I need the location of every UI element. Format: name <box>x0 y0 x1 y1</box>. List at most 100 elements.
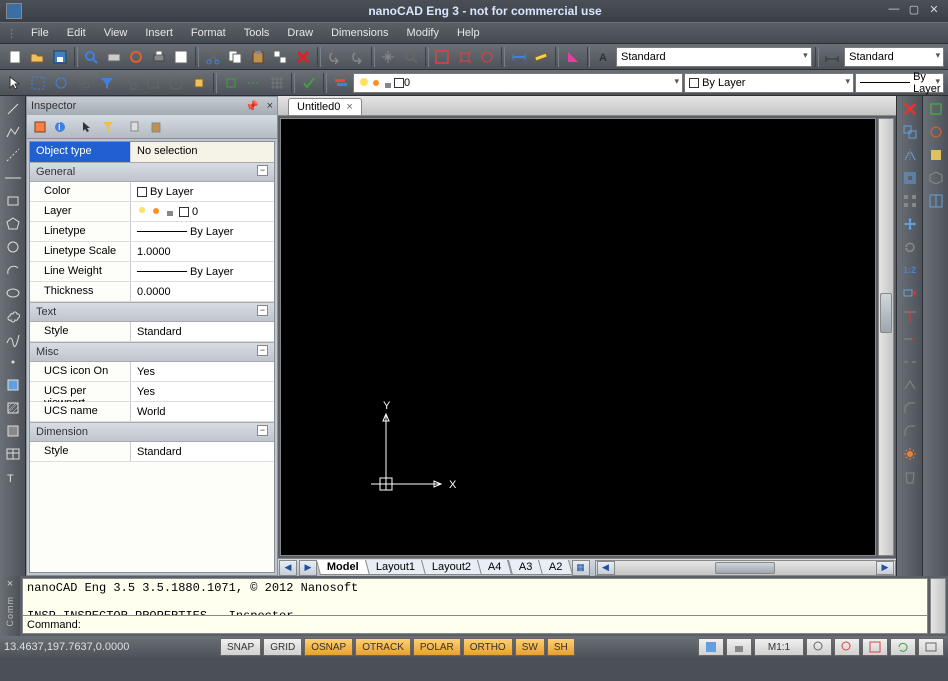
tab-next-button[interactable]: ▶ <box>299 560 317 576</box>
redraw-button[interactable] <box>925 121 947 143</box>
new-button[interactable] <box>4 46 26 68</box>
prop-color-value[interactable]: By Layer <box>130 182 274 201</box>
cat-general[interactable]: General− <box>30 162 274 182</box>
ellipse-button[interactable] <box>2 282 24 304</box>
ungroup-button[interactable] <box>142 72 164 94</box>
prop-ucsvp-value[interactable]: Yes <box>130 382 274 401</box>
pin-icon[interactable]: 📌 <box>245 100 259 113</box>
layout-tab-a4[interactable]: A4 <box>477 560 512 575</box>
zoom-all-button[interactable] <box>477 46 499 68</box>
rectangle-button[interactable] <box>2 190 24 212</box>
color-combo[interactable]: By Layer <box>684 73 854 93</box>
ortho-toggle[interactable]: ORTHO <box>463 638 513 656</box>
collapse-icon[interactable]: − <box>257 425 268 436</box>
grid-settings-button[interactable] <box>266 72 288 94</box>
move-button[interactable] <box>899 213 921 235</box>
selection-cycle-button[interactable] <box>165 72 187 94</box>
redo-button[interactable] <box>346 46 368 68</box>
print-button[interactable] <box>148 46 170 68</box>
scale-button[interactable]: 1:2 <box>899 259 921 281</box>
region-button[interactable] <box>2 420 24 442</box>
prop-layer-value[interactable]: 0 <box>130 202 274 221</box>
insp-info-button[interactable]: i <box>51 118 69 136</box>
prop-textstyle-value[interactable]: Standard <box>130 322 274 341</box>
grip-icon[interactable]: ⋮ <box>6 27 17 40</box>
maximize-button[interactable]: ▢ <box>906 2 922 16</box>
hscroll-left-button[interactable]: ◀ <box>597 561 615 575</box>
delete-button[interactable] <box>292 46 314 68</box>
block-button[interactable] <box>2 374 24 396</box>
zoom-minus-button[interactable] <box>806 638 832 656</box>
pan-button[interactable] <box>378 46 400 68</box>
group-button[interactable] <box>119 72 141 94</box>
model-canvas[interactable]: Y X <box>280 118 876 556</box>
osnap-settings-button[interactable] <box>220 72 242 94</box>
tab-prev-button[interactable]: ◀ <box>279 560 297 576</box>
dimstyle-combo[interactable]: Standard <box>844 47 944 67</box>
selection-cursor-button[interactable] <box>4 72 26 94</box>
menu-format[interactable]: Format <box>183 25 234 41</box>
arc-button[interactable] <box>2 259 24 281</box>
close-button[interactable]: ✕ <box>926 2 942 16</box>
minimize-button[interactable]: — <box>886 2 902 16</box>
point-button[interactable] <box>2 351 24 373</box>
save-button[interactable] <box>49 46 71 68</box>
menu-insert[interactable]: Insert <box>137 25 181 41</box>
polar-toggle[interactable]: POLAR <box>413 638 461 656</box>
help-button[interactable] <box>562 46 584 68</box>
scroll-thumb[interactable] <box>715 562 775 574</box>
spline-button[interactable] <box>2 328 24 350</box>
scroll-thumb[interactable] <box>880 293 892 333</box>
layer-props-button[interactable] <box>330 72 352 94</box>
isolate-button[interactable] <box>188 72 210 94</box>
ray-button[interactable] <box>2 144 24 166</box>
collapse-icon[interactable]: − <box>257 345 268 356</box>
layer-combo[interactable]: 0 <box>353 73 683 93</box>
layout-tab-model[interactable]: Model <box>316 560 370 575</box>
layout-tab-a2[interactable]: A2 <box>538 560 573 575</box>
rotate-button[interactable] <box>899 236 921 258</box>
dimstyle-button[interactable] <box>822 46 844 68</box>
revcloud-button[interactable] <box>2 305 24 327</box>
insp-pick-button[interactable] <box>79 118 97 136</box>
cat-misc[interactable]: Misc− <box>30 342 274 362</box>
cat-text[interactable]: Text− <box>30 302 274 322</box>
menu-tools[interactable]: Tools <box>236 25 278 41</box>
layout-tab-layout1[interactable]: Layout1 <box>365 560 426 575</box>
zoom-ext-button[interactable] <box>862 638 888 656</box>
line-button[interactable] <box>2 98 24 120</box>
hscroll-right-button[interactable]: ▶ <box>876 561 894 575</box>
command-close-button[interactable]: × <box>7 578 13 590</box>
menu-edit[interactable]: Edit <box>59 25 94 41</box>
viewport-button[interactable] <box>925 190 947 212</box>
coords-readout[interactable]: 13.4637,197.7637,0.0000 <box>4 641 164 653</box>
menu-dimensions[interactable]: Dimensions <box>323 25 396 41</box>
mirror-button[interactable] <box>899 144 921 166</box>
join-button[interactable] <box>899 374 921 396</box>
menu-draw[interactable]: Draw <box>279 25 321 41</box>
distance-button[interactable] <box>508 46 530 68</box>
circle-button[interactable] <box>2 236 24 258</box>
inspector-close-button[interactable]: × <box>267 100 273 112</box>
polyline-button[interactable] <box>2 121 24 143</box>
array-button[interactable] <box>899 190 921 212</box>
polygon-button[interactable] <box>2 213 24 235</box>
explode-button[interactable] <box>899 443 921 465</box>
osnap-toggle[interactable]: OSNAP <box>304 638 353 656</box>
command-input[interactable]: Command: <box>22 616 928 634</box>
tab-list-button[interactable]: ▦ <box>572 560 590 576</box>
check-button[interactable] <box>298 72 320 94</box>
vertical-scrollbar[interactable] <box>878 118 894 556</box>
stretch-button[interactable] <box>899 282 921 304</box>
textstyle-combo[interactable]: Standard <box>616 47 812 67</box>
collapse-icon[interactable]: − <box>257 305 268 316</box>
prop-ucsname-value[interactable]: World <box>130 402 274 421</box>
document-tab-close-button[interactable]: × <box>346 101 352 113</box>
snap-toggle[interactable]: SNAP <box>220 638 261 656</box>
cut-button[interactable] <box>202 46 224 68</box>
cat-dimension[interactable]: Dimension− <box>30 422 274 442</box>
insp-copy-button[interactable] <box>127 118 145 136</box>
prop-ltscale-value[interactable]: 1.0000 <box>130 242 274 261</box>
prop-thickness-value[interactable]: 0.0000 <box>130 282 274 301</box>
plot-settings-button[interactable] <box>171 46 193 68</box>
